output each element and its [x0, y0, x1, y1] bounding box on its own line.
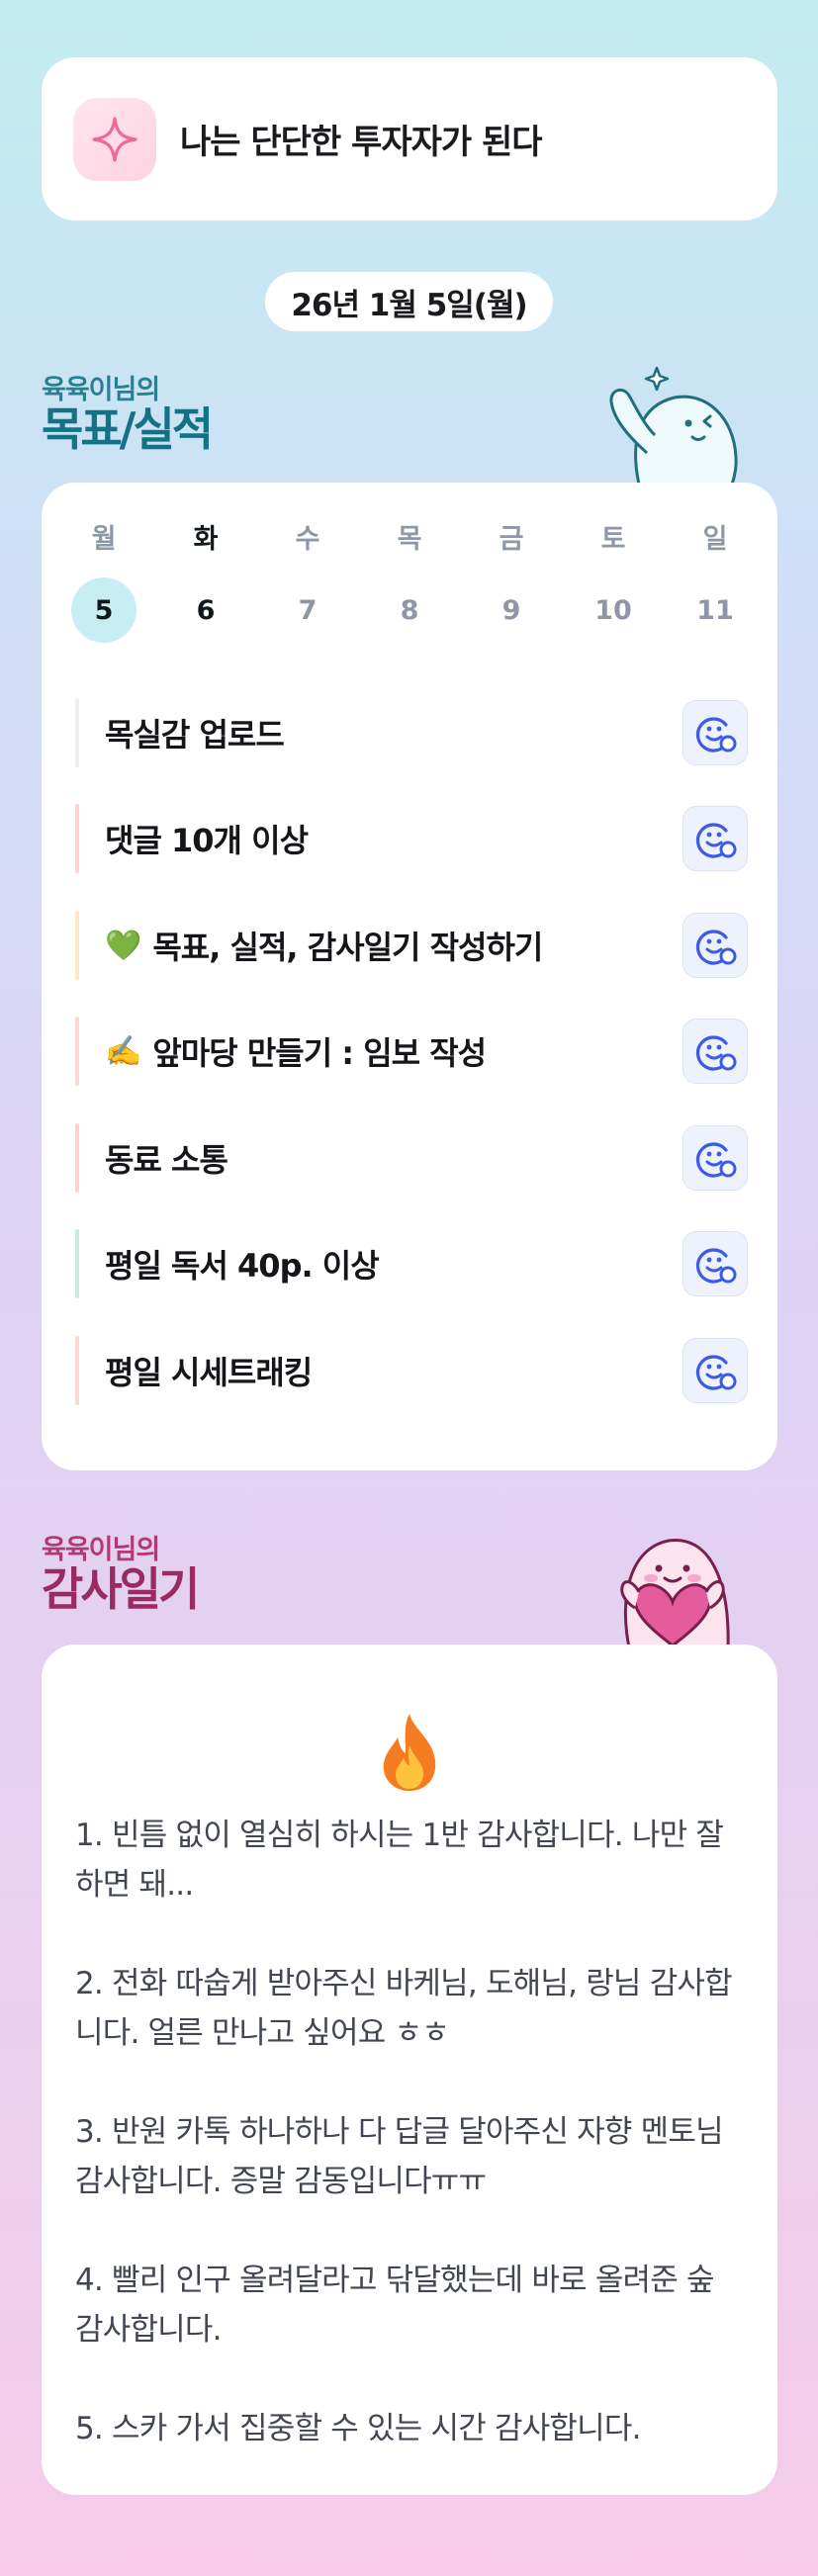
- smiley-add-button[interactable]: [682, 1125, 748, 1191]
- day-number: 10: [594, 594, 632, 626]
- sparkle-icon: [73, 97, 156, 181]
- task-color-bar: [75, 1229, 79, 1298]
- day-wed[interactable]: 수 7: [275, 520, 340, 643]
- task-label: ✍️ 앞마당 만들기 : 임보 작성: [105, 1028, 487, 1074]
- smiley-add-icon: [695, 930, 737, 965]
- task-emoji: 💚: [105, 928, 141, 963]
- day-name: 수: [295, 524, 320, 555]
- fire-icon: [383, 1714, 436, 1791]
- gratitude-heading-owner: 육육이님의: [42, 1535, 160, 1565]
- day-name: 일: [702, 524, 728, 555]
- smiley-add-button[interactable]: [682, 1019, 748, 1084]
- gratitude-heading: 육육이님의 감사일기: [42, 1528, 200, 1616]
- task-color-bar: [75, 698, 79, 767]
- task-color-bar: [75, 804, 79, 873]
- day-fri[interactable]: 금 9: [479, 520, 544, 643]
- smiley-add-button[interactable]: [682, 1338, 748, 1403]
- day-mon[interactable]: 월 5: [71, 520, 136, 643]
- smiley-add-button[interactable]: [682, 806, 748, 871]
- goals-card: 월 5 화 6 수 7 목 8 금 9 토 10 일 11 목실감 업로드 댓글…: [42, 483, 777, 1470]
- task-label: 동료 소통: [105, 1135, 228, 1181]
- week-calendar: 월 5 화 6 수 7 목 8 금 9 토 10 일 11: [71, 520, 748, 643]
- task-label: 💚 목표, 실적, 감사일기 작성하기: [105, 923, 543, 968]
- task-label-text: 평일 시세트래킹: [105, 1354, 313, 1391]
- smiley-add-icon: [695, 1355, 737, 1390]
- smiley-add-icon: [695, 1035, 737, 1071]
- smiley-add-button[interactable]: [682, 1231, 748, 1296]
- task-label: 댓글 10개 이상: [105, 816, 309, 861]
- task-item[interactable]: 평일 시세트래킹: [75, 1336, 748, 1405]
- task-item[interactable]: 목실감 업로드: [75, 698, 748, 767]
- smiley-add-button[interactable]: [682, 700, 748, 765]
- task-label-text: 평일 독서 40p. 이상: [105, 1247, 380, 1285]
- task-item[interactable]: 댓글 10개 이상: [75, 804, 748, 873]
- day-number: 9: [501, 594, 521, 626]
- motto-card[interactable]: 나는 단단한 투자자가 된다: [42, 57, 777, 221]
- day-number: 7: [298, 594, 318, 626]
- goals-heading: 육육이님의 목표/실적: [42, 368, 214, 456]
- task-label-text: 목표, 실적, 감사일기 작성하기: [152, 929, 543, 966]
- day-name: 월: [91, 524, 117, 555]
- task-color-bar: [75, 1123, 79, 1193]
- gratitude-heading-title: 감사일기: [42, 1562, 200, 1616]
- task-item[interactable]: ✍️ 앞마당 만들기 : 임보 작성: [75, 1017, 748, 1086]
- day-number: 6: [196, 594, 216, 626]
- smiley-add-icon: [695, 823, 737, 858]
- date-label[interactable]: 26년 1월 5일(월): [265, 272, 553, 331]
- day-sat[interactable]: 토 10: [581, 520, 646, 643]
- goals-heading-owner: 육육이님의: [42, 375, 160, 405]
- day-tue[interactable]: 화 6: [173, 520, 238, 643]
- task-label-text: 앞마당 만들기 : 임보 작성: [152, 1034, 487, 1072]
- task-color-bar: [75, 911, 79, 980]
- task-item[interactable]: 💚 목표, 실적, 감사일기 작성하기: [75, 911, 748, 980]
- smiley-add-icon: [695, 1142, 737, 1178]
- gratitude-text: 1. 빈틈 없이 열심히 하시는 1반 감사합니다. 나만 잘하면 돼... 2…: [75, 1818, 733, 2446]
- smiley-add-icon: [695, 717, 737, 753]
- day-name: 금: [499, 524, 524, 555]
- day-number: 8: [400, 594, 419, 626]
- task-item[interactable]: 동료 소통: [75, 1123, 748, 1193]
- task-color-bar: [75, 1336, 79, 1405]
- task-label: 평일 시세트래킹: [105, 1348, 313, 1393]
- gratitude-card: 1. 빈틈 없이 열심히 하시는 1반 감사합니다. 나만 잘하면 돼... 2…: [42, 1644, 777, 2495]
- task-label-text: 목실감 업로드: [105, 716, 285, 754]
- task-label-text: 댓글 10개 이상: [105, 822, 309, 859]
- day-number: 5: [71, 577, 136, 643]
- mascot-waving-illustration: [609, 366, 738, 487]
- day-name: 토: [600, 524, 626, 555]
- day-sun[interactable]: 일 11: [682, 520, 748, 643]
- day-name: 화: [193, 524, 219, 555]
- task-color-bar: [75, 1017, 79, 1086]
- goals-heading-title: 목표/실적: [42, 402, 214, 456]
- task-item[interactable]: 평일 독서 40p. 이상: [75, 1229, 748, 1298]
- task-label: 목실감 업로드: [105, 710, 285, 755]
- day-name: 목: [397, 524, 422, 555]
- smiley-add-icon: [695, 1248, 737, 1284]
- task-label-text: 동료 소통: [105, 1141, 228, 1179]
- mascot-heart-illustration: [620, 1538, 730, 1647]
- task-emoji: ✍️: [105, 1033, 141, 1069]
- task-label: 평일 독서 40p. 이상: [105, 1241, 380, 1287]
- day-thu[interactable]: 목 8: [377, 520, 442, 643]
- motto-text: 나는 단단한 투자자가 된다: [180, 123, 543, 162]
- day-number: 11: [696, 594, 734, 626]
- smiley-add-button[interactable]: [682, 913, 748, 978]
